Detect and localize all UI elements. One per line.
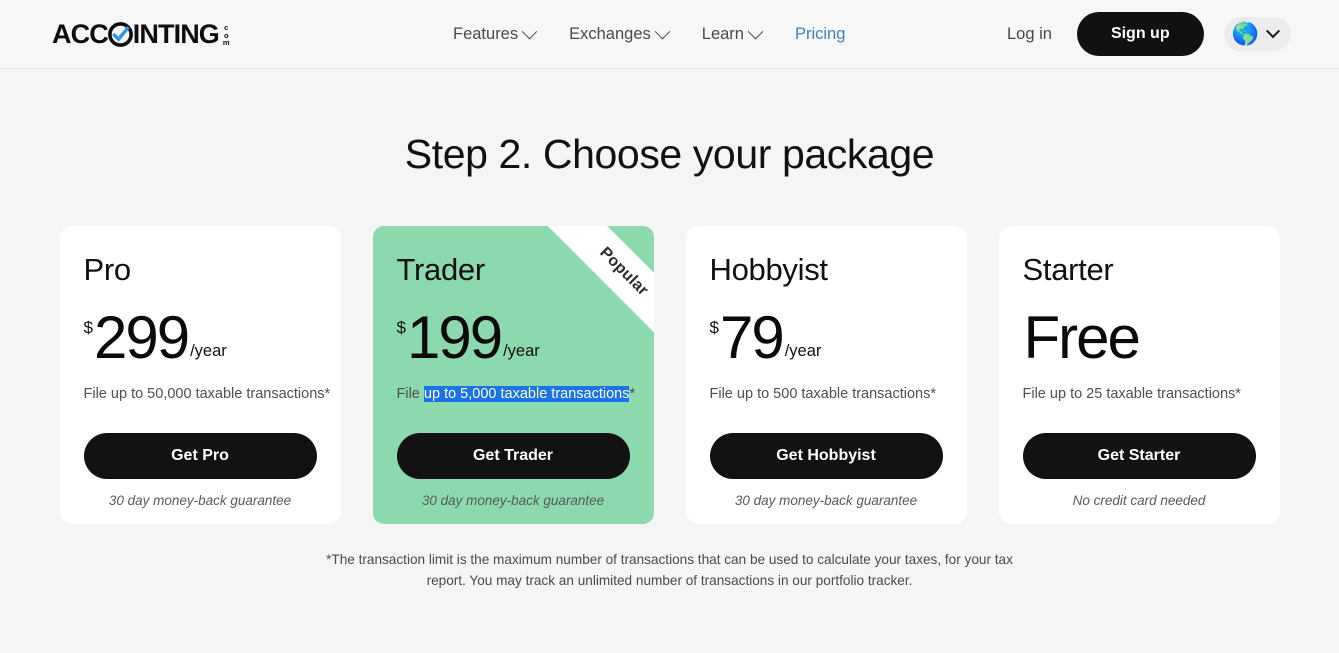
transaction-limit: File up to 25 taxable transactions* [1023,386,1256,402]
chevron-down-icon [654,23,671,39]
price-row: $ 299 /year [83,304,317,372]
signup-button[interactable]: Sign up [1076,12,1204,56]
logo-wordmark: ACC INTING [52,18,220,49]
guarantee-note: 30 day money-back guarantee [421,493,605,509]
get-trader-button[interactable]: Get Trader [396,433,630,480]
limit-rest: * [629,386,636,403]
price-amount: Free [1023,304,1141,372]
get-starter-button[interactable]: Get Starter [1022,433,1256,480]
billing-period: /year [503,342,540,361]
currency-symbol: $ [709,318,719,338]
limit-prefix: File [709,386,737,403]
chevron-down-icon [521,23,538,39]
login-link[interactable]: Log in [1007,25,1057,44]
billing-period: /year [784,342,822,361]
currency-symbol: $ [396,318,406,338]
plan-name: Trader [396,252,486,287]
limit-rest: up to 25 taxable transactions* [1049,386,1241,403]
page-title: Step 2. Choose your package [404,131,935,177]
price-amount: 299 [93,304,190,372]
pricing-card-pro: Pro $ 299 /year File up to 50,000 taxabl… [59,226,341,525]
guarantee-note: 30 day money-back guarantee [108,493,292,509]
pricing-card-starter: Starter Free File up to 25 taxable trans… [998,226,1280,525]
get-hobbyist-button[interactable]: Get Hobbyist [709,433,943,480]
plan-name: Hobbyist [709,252,829,287]
limit-rest: up to 50,000 taxable transactions* [110,386,331,403]
limit-rest: up to 500 taxable transactions* [736,386,937,403]
currency-symbol: $ [83,318,93,338]
main-navigation: Features Exchanges Learn Pricing [453,23,845,44]
nav-label: Learn [701,24,744,43]
nav-item-pricing[interactable]: Pricing [795,25,845,44]
transaction-limit: File up to 500 taxable transactions* [710,386,943,402]
price-row: $ 199 /year [396,304,630,372]
limit-prefix: File [396,386,424,403]
price-amount: 199 [406,304,503,372]
logo-dotcom-m: m [222,38,230,48]
limit-prefix: File [1022,386,1050,403]
get-pro-button[interactable]: Get Pro [83,433,317,480]
nav-item-features[interactable]: Features [453,23,538,44]
chevron-down-icon [747,23,764,39]
billing-period: /year [190,342,227,361]
guarantee-note: No credit card needed [1072,493,1206,509]
nav-label: Features [453,24,519,43]
limit-prefix: File [83,386,111,403]
transaction-limit-footnote: *The transaction limit is the maximum nu… [326,552,1013,589]
pricing-card-list: Pro $ 299 /year File up to 50,000 taxabl… [0,226,1339,525]
pricing-card-trader: Popular Trader $ 199 /year File up to 5,… [372,226,654,525]
globe-icon: 🌎 [1231,21,1259,46]
site-header: ACC INTING c o m Features Exchanges Lear… [0,0,1339,69]
logo-check-o-icon [107,21,133,47]
transaction-limit: File up to 5,000 taxable transactions* [396,386,635,403]
logo-dotcom: c o m [223,24,230,47]
plan-name: Starter [1022,252,1114,287]
nav-label: Exchanges [569,24,651,43]
language-selector[interactable]: 🌎 [1223,17,1291,51]
pricing-card-hobbyist: Hobbyist $ 79 /year File up to 500 taxab… [685,226,967,525]
transaction-limit: File up to 50,000 taxable transactions* [83,386,331,403]
chevron-down-icon [1265,24,1281,39]
limit-selected-text: up to 5,000 taxable transactions [423,386,630,403]
price-row: Free [1023,304,1256,372]
price-row: $ 79 /year [709,304,943,372]
price-amount: 79 [719,304,785,372]
logo-text-before: ACC [52,18,109,49]
nav-item-exchanges[interactable]: Exchanges [569,23,671,44]
nav-label: Pricing [794,24,846,43]
nav-item-learn[interactable]: Learn [701,23,764,44]
plan-name: Pro [83,252,132,287]
guarantee-note: 30 day money-back guarantee [734,493,918,509]
header-actions: Log in Sign up 🌎 [1007,12,1291,56]
logo[interactable]: ACC INTING c o m [52,18,230,49]
logo-text-after: INTING [132,18,220,49]
